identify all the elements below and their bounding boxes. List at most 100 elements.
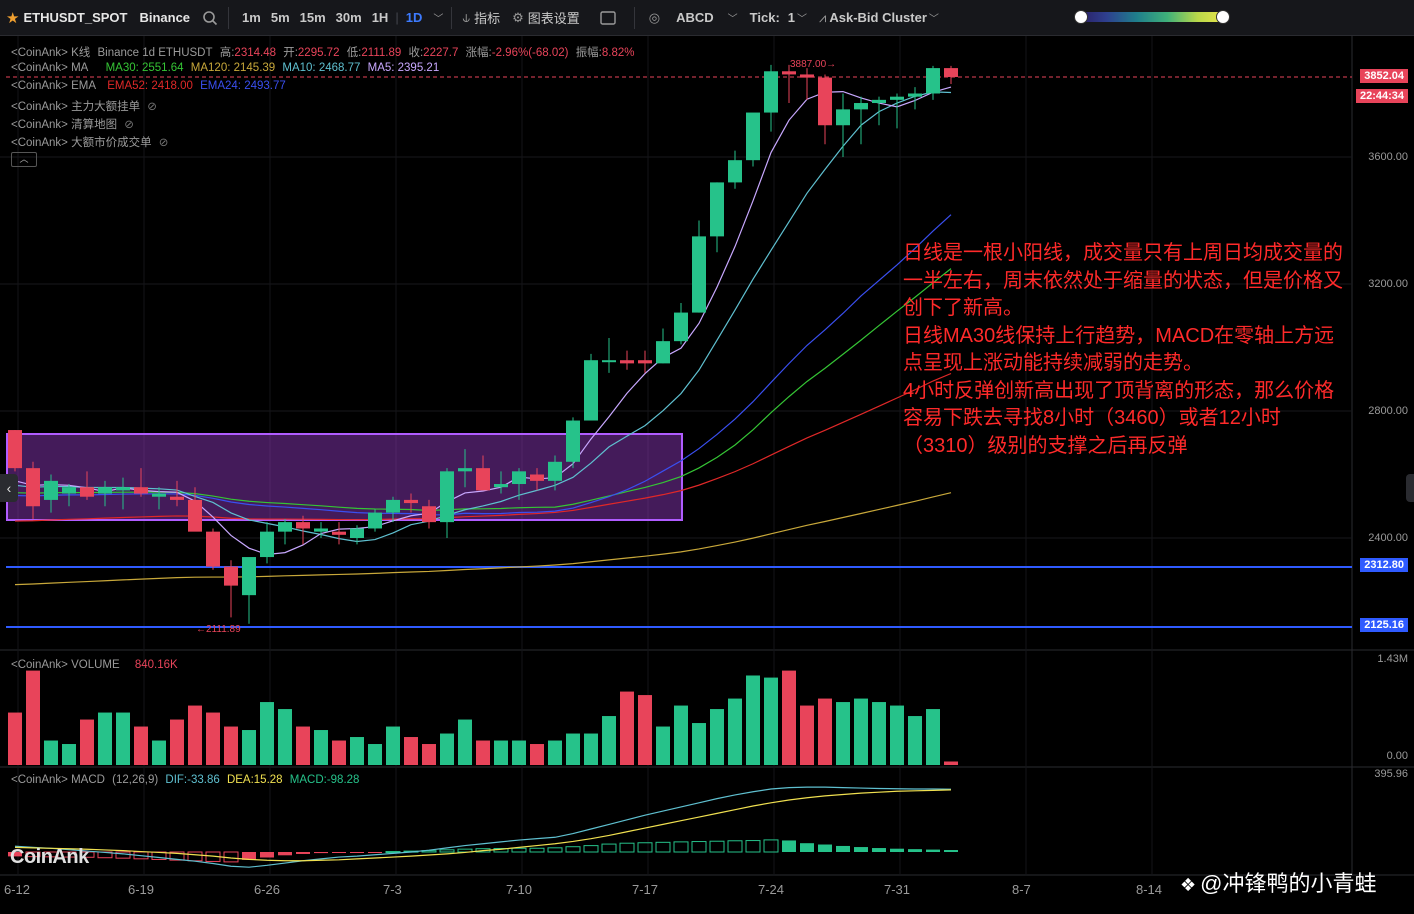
dif-value: DIF:-33.86 (165, 774, 220, 786)
analysis-note: 日线是一根小阳线，成交量只有上周日均成交量的一半左右，周末依然处于缩量的状态，但… (903, 240, 1353, 460)
volume-bar (728, 698, 742, 765)
candle-body (638, 360, 652, 364)
macd-histogram-bar (439, 849, 455, 853)
high-marker-value: 3887.00 (790, 59, 827, 70)
candle-body (800, 74, 814, 78)
ema52-value: EMA52: 2418.00 (107, 80, 193, 92)
amplitude-label: 振幅: (575, 47, 602, 59)
ma120-value: MA120: 2145.39 (190, 62, 276, 74)
macd-histogram-bar (745, 840, 761, 853)
drawing-chevron-down-icon: ﹀ (727, 14, 738, 25)
macd-histogram-bar (601, 843, 617, 853)
volume-bar (152, 740, 166, 765)
kline-source: Binance 1d ETHUSDT (97, 47, 213, 59)
collapse-legend-button[interactable]: ︿ (11, 152, 37, 167)
change-value: -2.96%(-68.02) (491, 47, 569, 59)
candle-body (656, 341, 670, 364)
candle-body (494, 484, 508, 488)
interval-5m[interactable]: 5m (266, 10, 295, 25)
big-orders-legend: <CoinAnk> 主力大额挂单 ⊘ (11, 98, 161, 114)
volume-bar (440, 733, 454, 765)
candle-body (692, 236, 706, 313)
interval-1m[interactable]: 1m (237, 10, 266, 25)
volume-bar (476, 740, 490, 765)
macd-histogram-bar (511, 847, 527, 853)
volume-value: 840.16K (134, 659, 178, 671)
volume-bar (530, 744, 544, 765)
volume-bar (710, 709, 724, 765)
search-icon[interactable] (196, 0, 224, 35)
volume-bar (368, 744, 382, 765)
macd-histogram-bar (854, 847, 868, 852)
coinank-watermark: CoinAnk (10, 846, 89, 868)
interval-1h[interactable]: 1H (367, 10, 394, 25)
cluster-select[interactable]: ⩘ Ask-Bid Cluster ﹀ (813, 0, 945, 35)
macd-histogram-bar (836, 845, 850, 852)
x-label: 8-14 (1136, 882, 1163, 897)
liq-map-legend: <CoinAnk> 清算地图 ⊘ (11, 116, 138, 132)
favorite-star-icon[interactable]: ★ (0, 0, 21, 35)
low-marker-value: 2111.89 (206, 624, 241, 635)
volume-bar (278, 709, 292, 765)
candle-body (530, 474, 544, 481)
candle-body (584, 360, 598, 421)
candle-body (296, 522, 310, 529)
dif-line (14, 786, 952, 868)
volume-bar (458, 719, 472, 765)
tick-select[interactable]: Tick: 1 ﹀ (744, 0, 813, 35)
candle-body (116, 487, 130, 491)
macd-histogram-bar (260, 852, 274, 858)
open-label: 开: (283, 47, 298, 59)
interval-1d[interactable]: 1D (401, 10, 428, 25)
volume-bar (80, 719, 94, 765)
slider-handle-left[interactable] (1074, 10, 1088, 24)
scroll-left-button[interactable]: ‹ (0, 474, 18, 502)
hidden-eye-icon[interactable]: ⊘ (147, 101, 157, 113)
macd-top-label: 395.96 (1374, 768, 1408, 780)
candle-body (746, 112, 760, 161)
interval-15m[interactable]: 15m (295, 10, 331, 25)
heatmap-gradient-slider[interactable] (1074, 10, 1230, 24)
interval-chevron-down-icon[interactable]: ﹀ (433, 10, 443, 25)
hline-price-tag: 2125.16 (1360, 618, 1408, 632)
kline-legend: <CoinAnk> K线 Binance 1d ETHUSDT 高:2314.4… (11, 44, 639, 60)
author-name: @冲锋鸭的小青蛙 (1200, 871, 1377, 896)
slider-handle-right[interactable] (1216, 10, 1230, 24)
symbol-name[interactable]: ETHUSDT_SPOT (21, 0, 133, 35)
candle-body (440, 471, 454, 523)
volume-bar (584, 733, 598, 765)
big-market-legend: <CoinAnk> 大额市价成交单 ⊘ (11, 134, 172, 150)
candle-body (458, 468, 472, 472)
candle-body (872, 99, 886, 104)
hidden-eye-icon[interactable]: ⊘ (159, 137, 169, 149)
high-label: 高: (219, 47, 235, 59)
volume-bar (764, 677, 778, 765)
volume-bar (818, 698, 832, 765)
candle-body (512, 471, 526, 485)
candle-body (44, 480, 58, 500)
macd-histogram-bar (350, 852, 364, 853)
macd-histogram-bar (890, 848, 904, 852)
candle-body (260, 531, 274, 558)
macd-histogram-bar (727, 840, 743, 853)
candle-body (674, 312, 688, 342)
exchange-name[interactable]: Binance (133, 0, 196, 35)
interval-30m[interactable]: 30m (331, 10, 367, 25)
hidden-eye-icon[interactable]: ⊘ (124, 119, 134, 131)
toolbar-divider (228, 6, 230, 29)
eye-icon[interactable]: ◎ (639, 0, 670, 35)
volume-bar (26, 670, 40, 765)
ema-prefix: <CoinAnk> EMA (11, 80, 97, 92)
candle-body (854, 103, 868, 110)
indicators-button[interactable]: ⫝ 指标 (456, 0, 506, 35)
drawing-tool-select[interactable]: ABCD ﹀ (670, 0, 744, 35)
candle-body (908, 93, 922, 97)
volume-bar (134, 726, 148, 765)
open-value: 2295.72 (297, 47, 340, 59)
fullscreen-button[interactable] (586, 0, 630, 35)
macd-histogram-bar (818, 844, 832, 852)
x-label: 8-7 (1012, 882, 1031, 897)
chart-settings-button[interactable]: ⚙ 图表设置 (506, 0, 586, 35)
scroll-right-button[interactable] (1406, 474, 1414, 502)
tick-chevron-down-icon: ﹀ (797, 14, 808, 25)
